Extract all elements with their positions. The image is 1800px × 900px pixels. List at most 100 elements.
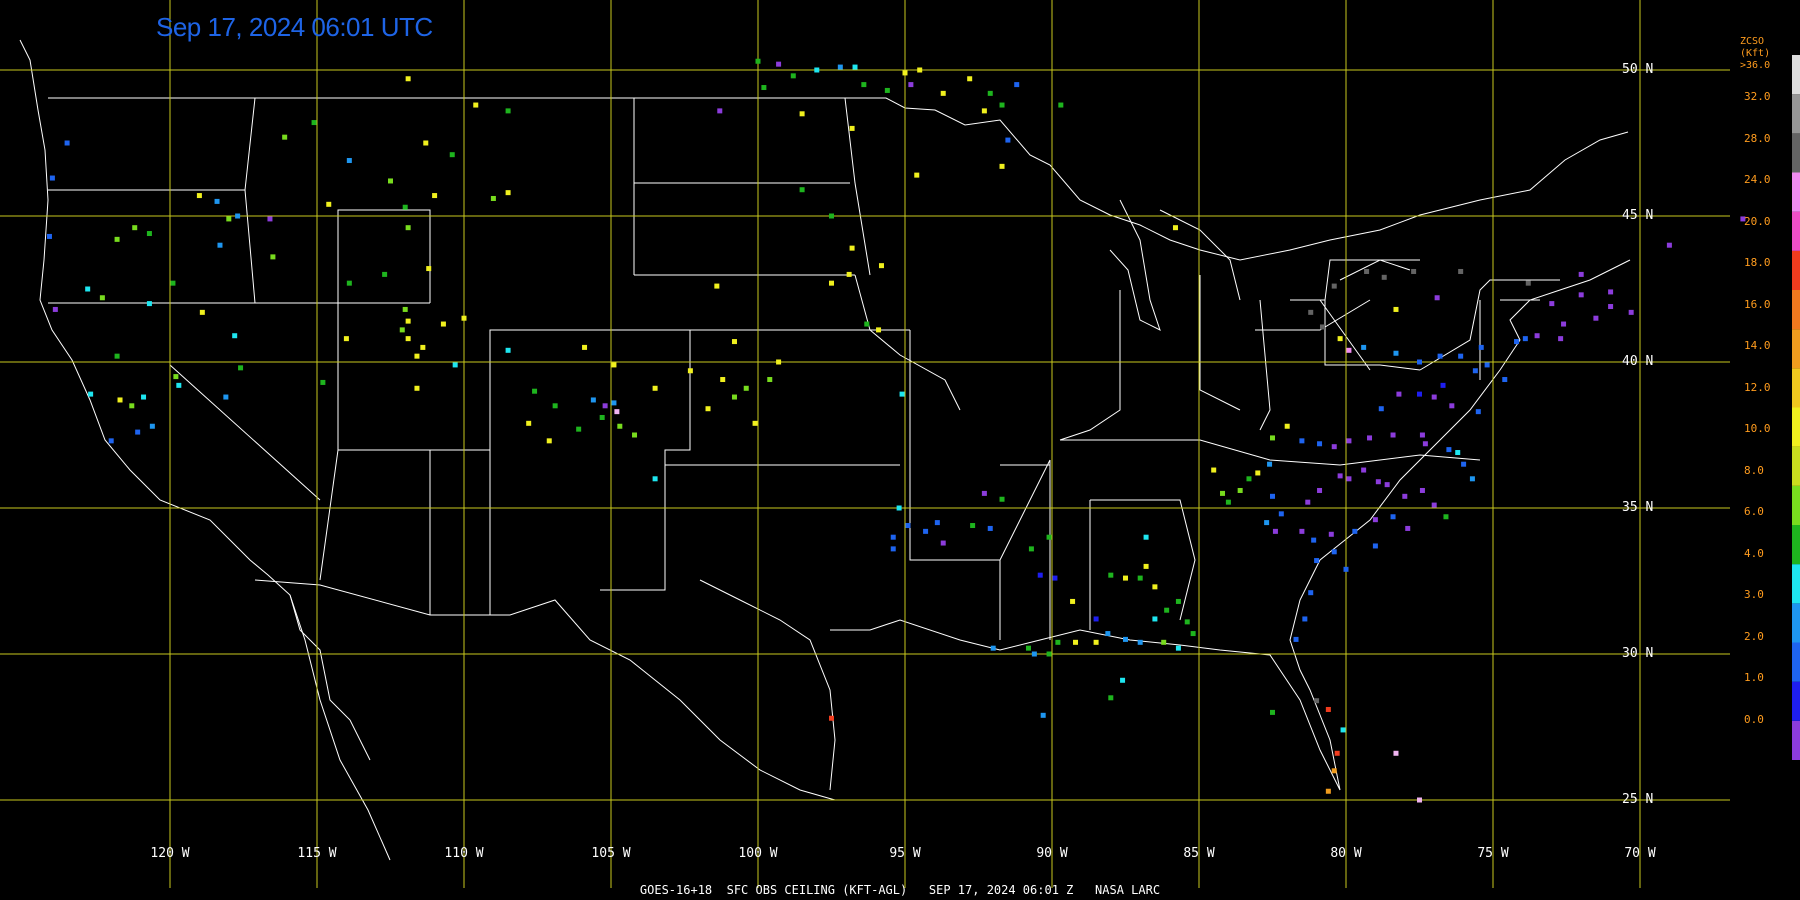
station-marker [176,382,182,388]
station-marker [526,420,532,426]
station-marker [1093,639,1099,645]
station-marker [1317,487,1323,493]
station-marker [149,423,155,429]
station-marker [1390,514,1396,520]
station-marker [1120,677,1126,683]
station-marker [1446,447,1452,453]
station-marker [1302,616,1308,622]
latitude-label: 35 N [1622,500,1654,515]
map-background [0,0,1800,900]
station-marker [896,505,902,511]
station-marker [1558,336,1564,342]
station-marker [388,178,393,184]
station-marker [1108,572,1114,578]
station-marker [1299,528,1305,534]
station-marker [1405,525,1411,531]
station-marker [552,403,558,409]
legend-band [1792,211,1800,251]
station-marker [1005,137,1011,143]
station-marker [837,64,843,70]
station-marker [1458,268,1464,274]
station-marker [1343,566,1349,572]
legend-band [1792,172,1800,212]
station-marker [64,140,70,146]
latitude-label: 50 N [1622,62,1654,77]
station-marker [1367,435,1373,441]
station-marker [1319,324,1325,330]
station-marker [223,394,229,400]
station-marker [1525,280,1531,286]
legend-tick-label: 0.0 [1744,712,1764,726]
station-marker [49,175,55,181]
station-marker [1422,441,1428,447]
station-marker [1308,590,1314,596]
station-marker [1143,534,1149,540]
station-marker [1372,517,1378,523]
station-marker [1484,362,1490,368]
longitude-label: 75 W [1477,846,1509,861]
station-marker [461,315,467,321]
station-marker [1502,377,1508,383]
legend-band [1792,564,1800,604]
station-marker [414,385,420,391]
legend-tick-label: 28.0 [1744,131,1771,145]
station-marker [235,213,241,219]
legend-tick-label: 8.0 [1744,463,1764,477]
station-marker [917,67,923,73]
station-marker [1378,406,1384,412]
station-marker [135,429,141,435]
station-marker [1246,476,1252,482]
station-marker [1308,309,1314,315]
station-marker [1175,598,1181,604]
station-marker [320,379,326,385]
station-marker [1331,444,1337,450]
legend-title: ZCSO (Kft) >36.0 [1740,36,1800,72]
station-marker [829,213,834,219]
station-marker [940,90,946,96]
station-marker [1070,598,1076,604]
station-marker [199,309,205,315]
station-marker [1334,750,1340,756]
map-footer-caption: GOES-16+18 SFC OBS CEILING (KFT-AGL) SEP… [639,883,1161,897]
longitude-label: 100 W [738,846,778,861]
station-marker [282,134,288,140]
station-marker [967,76,973,82]
station-marker [899,391,905,397]
station-marker [1270,435,1275,441]
legend-band [1792,329,1800,369]
station-marker [1105,631,1111,637]
station-marker [402,306,408,312]
station-marker [1372,543,1378,549]
legend-band [1792,525,1800,565]
station-marker [731,339,737,345]
station-marker [346,158,352,164]
station-marker [714,283,720,289]
legend-band [1792,407,1800,447]
station-marker [1361,467,1367,473]
station-marker [1040,712,1046,718]
station-marker [490,195,496,201]
station-marker [1337,473,1343,479]
station-marker [1220,490,1226,496]
station-marker [1417,797,1422,803]
station-marker [1411,268,1417,274]
station-marker [890,546,896,552]
station-marker [1055,639,1061,645]
station-marker [761,85,767,91]
longitude-label: 95 W [889,846,921,861]
station-marker [214,198,220,204]
legend-band [1792,290,1800,330]
station-marker [582,344,588,350]
station-marker [1264,520,1270,526]
station-marker [1255,470,1261,476]
station-marker [1014,82,1020,88]
station-marker [1381,274,1387,280]
station-marker [226,216,232,222]
station-marker [238,365,244,371]
legend-tick-label: 16.0 [1744,297,1771,311]
station-marker [1534,333,1540,339]
legend-band [1792,368,1800,408]
station-marker [546,438,552,444]
station-marker [878,263,884,269]
station-marker [267,216,273,222]
